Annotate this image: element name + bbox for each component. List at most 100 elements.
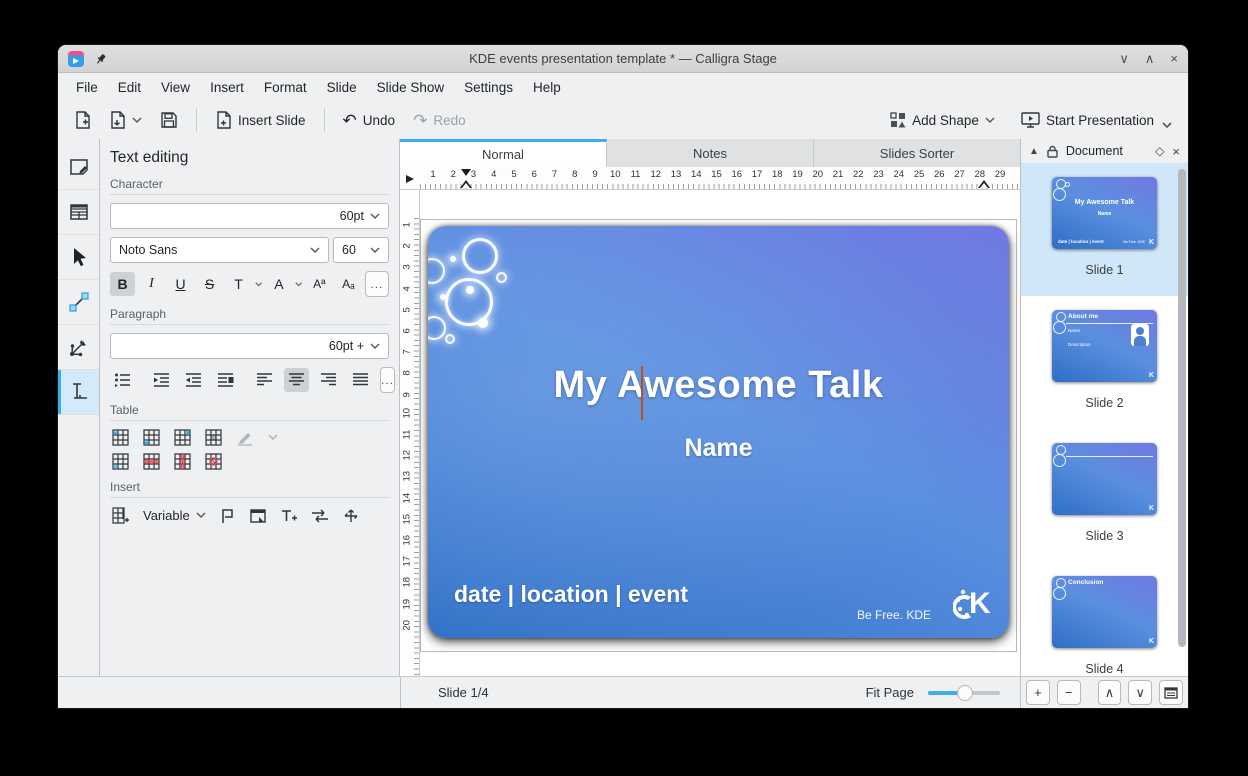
background-color-chevron-icon[interactable] [295, 281, 302, 288]
slide-thumbnail-1[interactable]: My Awesome Talk Name date | location | e… [1021, 163, 1188, 296]
character-more-options-button[interactable]: ... [365, 271, 389, 297]
close-button[interactable]: × [1170, 51, 1178, 67]
insert-row-above-button[interactable] [112, 429, 129, 446]
align-center-button[interactable] [284, 368, 309, 392]
maximize-button[interactable]: ∧ [1145, 51, 1155, 67]
increase-indent-button[interactable] [149, 368, 174, 392]
insert-text-button[interactable] [280, 508, 297, 524]
insert-column-left-button[interactable] [174, 429, 191, 446]
insert-slide-button[interactable]: Insert Slide [209, 106, 312, 134]
strikethrough-button[interactable]: S [197, 272, 222, 296]
font-size-combo[interactable]: 60 [333, 237, 389, 263]
menu-item[interactable]: Edit [108, 76, 151, 99]
minimize-button[interactable]: ∨ [1119, 51, 1129, 67]
paragraph-format-button[interactable] [213, 368, 238, 392]
lock-icon[interactable] [1047, 145, 1058, 158]
add-slide-button[interactable]: + [1026, 680, 1050, 705]
zoom-slider-knob[interactable] [957, 685, 973, 701]
menu-item[interactable]: View [151, 76, 200, 99]
border-pen-chevron-icon[interactable] [268, 434, 278, 441]
panel-menu-button[interactable] [1159, 680, 1183, 705]
border-pen-button[interactable] [236, 430, 254, 446]
menu-item[interactable]: Format [254, 76, 317, 99]
titlebar[interactable]: KDE events presentation template * — Cal… [58, 45, 1188, 73]
ruler-number: 5 [402, 300, 413, 312]
remove-slide-button[interactable]: − [1057, 680, 1081, 705]
slide-layout-tool-button[interactable] [58, 190, 99, 235]
redo-button[interactable]: ↷ Redo [407, 107, 472, 134]
split-cells-button[interactable] [112, 453, 129, 470]
collapse-icon[interactable]: ▲ [1029, 146, 1039, 157]
slide-title-text[interactable]: My Awesome Talk [428, 364, 1009, 407]
delete-column-button[interactable] [174, 453, 191, 470]
menu-item[interactable]: File [66, 76, 108, 99]
slide-canvas[interactable]: 1234567891011121314151617181920 My Awe [400, 190, 1020, 676]
text-on-path-button[interactable] [311, 509, 329, 523]
pointer-tool-button[interactable] [58, 235, 99, 280]
close-panel-icon[interactable]: × [1172, 144, 1180, 159]
add-shape-button[interactable]: Add Shape [884, 107, 1001, 133]
left-indent-marker[interactable] [460, 180, 472, 188]
subscript-button[interactable]: Aₐ [336, 272, 361, 296]
slide-subtitle-text[interactable]: Name [428, 434, 1009, 463]
float-panel-icon[interactable]: ◇ [1155, 144, 1164, 158]
menu-item[interactable]: Insert [200, 76, 254, 99]
insert-bookmark-button[interactable] [220, 508, 236, 524]
insert-column-right-button[interactable] [205, 429, 222, 446]
slide-thumbnail-2[interactable]: About me Name Description K Slide 2 [1021, 296, 1188, 429]
insert-row-below-button[interactable] [143, 429, 160, 446]
delete-row-button[interactable] [143, 453, 160, 470]
start-presentation-button[interactable]: Start Presentation [1015, 107, 1178, 134]
slide-footer-text[interactable]: date | location | event [454, 581, 688, 608]
background-color-button[interactable]: A [266, 272, 291, 296]
connector-tool-button[interactable] [58, 280, 99, 325]
superscript-button[interactable]: Aª [307, 272, 332, 296]
ruler-number: 12 [649, 169, 663, 180]
paragraph-style-combo[interactable]: 60pt + [110, 333, 389, 359]
decrease-indent-button[interactable] [181, 368, 206, 392]
insert-table-button[interactable] [112, 507, 129, 524]
undo-button[interactable]: ↶ Undo [337, 107, 402, 134]
move-slide-down-button[interactable]: ∨ [1128, 680, 1152, 705]
italic-button[interactable]: I [139, 272, 164, 296]
bold-button[interactable]: B [110, 272, 135, 296]
thumbnail-scrollbar[interactable] [1178, 169, 1186, 647]
zoom-slider[interactable] [928, 691, 1000, 695]
open-document-button[interactable] [103, 106, 148, 134]
menu-item[interactable]: Slide [317, 76, 367, 99]
delete-table-button[interactable] [205, 453, 222, 470]
underline-button[interactable]: U [168, 272, 193, 296]
save-button[interactable] [154, 106, 184, 134]
font-color-chevron-icon[interactable] [255, 281, 262, 288]
text-tool-button[interactable] [58, 370, 99, 415]
tab-slides-sorter[interactable]: Slides Sorter [814, 139, 1020, 167]
notes-edit-tool-button[interactable] [58, 145, 99, 190]
slide-1-editor[interactable]: My Awesome Talk Name date | location | e… [428, 226, 1009, 638]
insert-section-button[interactable] [250, 508, 266, 524]
bubble-decoration [428, 258, 445, 284]
align-left-button[interactable] [252, 368, 277, 392]
vertical-ruler[interactable]: 1234567891011121314151617181920 [400, 190, 420, 676]
connect-shapes-button[interactable] [343, 508, 359, 524]
font-color-button[interactable]: T [226, 272, 251, 296]
list-style-button[interactable] [110, 368, 135, 392]
paragraph-more-options-button[interactable]: ... [380, 367, 395, 393]
character-style-combo[interactable]: 60pt [110, 203, 389, 229]
move-slide-up-button[interactable]: ∧ [1098, 680, 1122, 705]
menu-item[interactable]: Settings [454, 76, 523, 99]
menu-item[interactable]: Help [523, 76, 571, 99]
zoom-mode-label[interactable]: Fit Page [866, 685, 914, 700]
horizontal-ruler[interactable]: 1234567891011121314151617181920212223242… [400, 167, 1020, 190]
new-document-button[interactable] [68, 106, 97, 134]
tab-normal[interactable]: Normal [400, 139, 607, 167]
align-justify-button[interactable] [348, 368, 373, 392]
slide-thumbnail-4[interactable]: Conclusion K Slide 4 [1021, 562, 1188, 676]
right-indent-marker[interactable] [978, 180, 990, 188]
path-edit-tool-button[interactable] [58, 325, 99, 370]
align-right-button[interactable] [316, 368, 341, 392]
menu-item[interactable]: Slide Show [367, 76, 455, 99]
insert-variable-dropdown[interactable]: Variable [143, 508, 206, 523]
slide-thumbnail-3[interactable]: K Slide 3 [1021, 429, 1188, 562]
tab-notes[interactable]: Notes [607, 139, 814, 167]
font-family-combo[interactable]: Noto Sans [110, 237, 329, 263]
